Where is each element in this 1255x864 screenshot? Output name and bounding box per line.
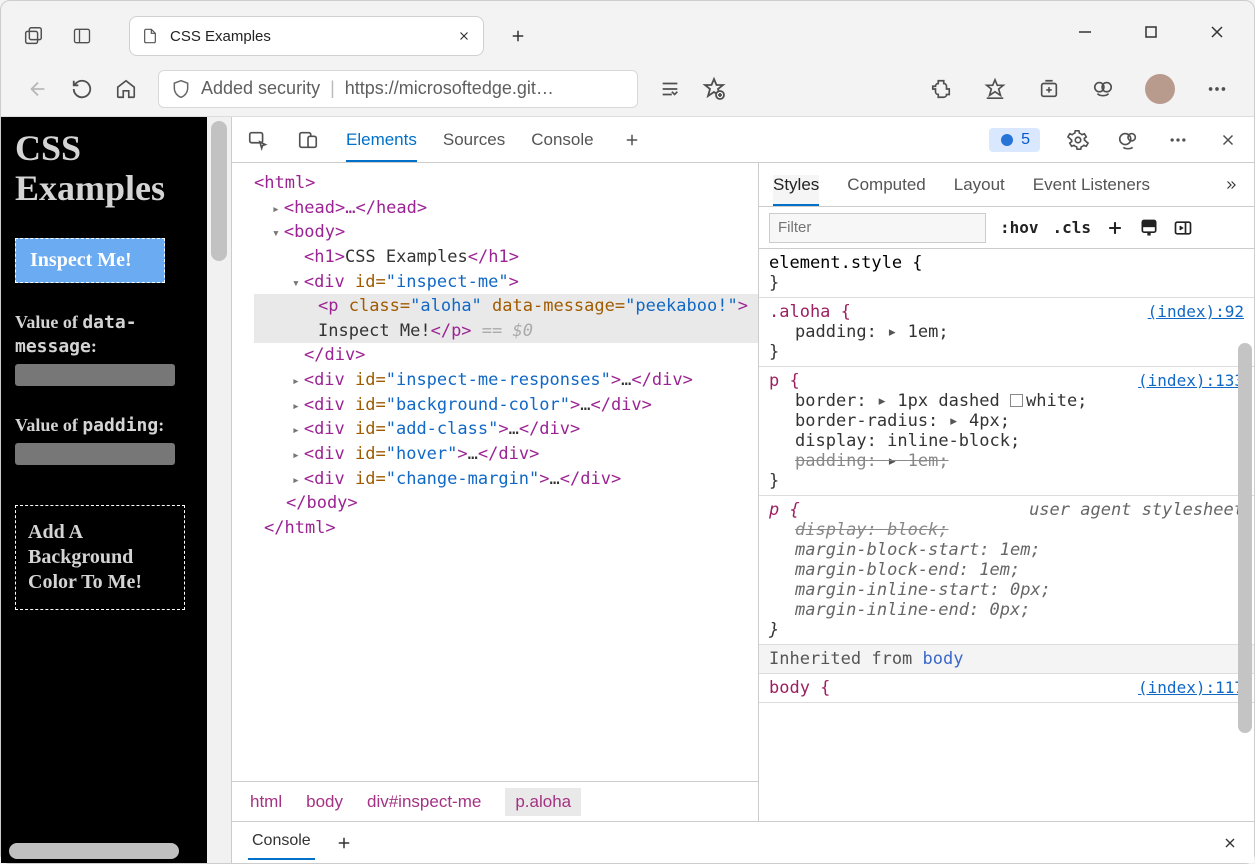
add-drawer-tab-icon[interactable]: [335, 834, 353, 852]
styles-toolbar: :hov .cls: [759, 207, 1254, 249]
browser-titlebar: CSS Examples: [1, 1, 1254, 61]
collections-icon[interactable]: [1037, 77, 1061, 101]
webpage-content: CSS Examples Inspect Me! Value of data-m…: [1, 117, 207, 863]
browser-toolbar: Added security | https://microsoftedge.g…: [1, 61, 1254, 116]
add-tab-icon[interactable]: [620, 128, 644, 152]
bc-html[interactable]: html: [250, 792, 282, 812]
device-toggle-icon[interactable]: [296, 128, 320, 152]
style-rules[interactable]: element.style {} (index):92 .aloha { pad…: [759, 249, 1254, 821]
breadcrumb[interactable]: html body div#inspect-me p.aloha: [232, 781, 758, 821]
styles-subtabs: Styles Computed Layout Event Listeners: [759, 163, 1254, 207]
profile-avatar[interactable]: [1145, 74, 1175, 104]
issues-count[interactable]: 5: [989, 128, 1040, 152]
refresh-icon[interactable]: [70, 77, 94, 101]
vertical-tabs-icon[interactable]: [70, 24, 94, 48]
padding-label: Value of padding:: [15, 414, 193, 437]
computed-sidebar-icon[interactable]: [1139, 218, 1159, 238]
close-tab-icon[interactable]: [457, 29, 471, 43]
new-tab-icon[interactable]: [509, 27, 527, 45]
data-message-value-box: [15, 364, 175, 386]
back-icon: [26, 77, 50, 101]
main-area: CSS Examples Inspect Me! Value of data-m…: [1, 116, 1254, 863]
subtab-events[interactable]: Event Listeners: [1033, 175, 1150, 195]
more-tabs-icon[interactable]: [1222, 178, 1240, 192]
styles-scrollbar[interactable]: [1238, 343, 1252, 821]
tab-sources[interactable]: Sources: [443, 130, 505, 150]
subtab-computed[interactable]: Computed: [847, 175, 925, 195]
devtools-more-icon[interactable]: [1166, 128, 1190, 152]
cls-toggle[interactable]: .cls: [1053, 218, 1092, 237]
page-icon: [142, 27, 158, 45]
drawer-tab-console[interactable]: Console: [248, 826, 315, 860]
devtools: Elements Sources Console 5 <html> <head>…: [231, 117, 1254, 863]
drawer: Console: [232, 821, 1254, 863]
source-link[interactable]: (index):133: [1138, 371, 1244, 390]
data-message-label: Value of data-message:: [15, 311, 193, 358]
maximize-icon[interactable]: [1143, 24, 1159, 40]
subtab-layout[interactable]: Layout: [954, 175, 1005, 195]
window-controls: [1077, 24, 1225, 40]
close-window-icon[interactable]: [1209, 24, 1225, 40]
page-vertical-scrollbar[interactable]: [207, 117, 231, 863]
inspect-me-element[interactable]: Inspect Me!: [15, 238, 165, 283]
tab-actions-icon[interactable]: [21, 24, 45, 48]
more-icon[interactable]: [1205, 77, 1229, 101]
hov-toggle[interactable]: :hov: [1000, 218, 1039, 237]
minimize-icon[interactable]: [1077, 24, 1093, 40]
bc-p[interactable]: p.aloha: [505, 788, 581, 816]
home-icon[interactable]: [114, 77, 138, 101]
settings-icon[interactable]: [1066, 128, 1090, 152]
subtab-styles[interactable]: Styles: [773, 175, 819, 206]
elements-panel: <html> <head>…</head> <body> <h1>CSS Exa…: [232, 163, 759, 821]
tab-title: CSS Examples: [170, 28, 445, 45]
shield-icon: [171, 79, 191, 99]
new-rule-icon[interactable]: [1105, 218, 1125, 238]
url-text: https://microsoftedge.git…: [345, 78, 554, 99]
favorites-icon[interactable]: [983, 77, 1007, 101]
toggle-sidebar-icon[interactable]: [1173, 218, 1193, 238]
source-link[interactable]: (index):92: [1148, 302, 1244, 321]
devtools-tabs: Elements Sources Console 5: [232, 117, 1254, 163]
dom-tree[interactable]: <html> <head>…</head> <body> <h1>CSS Exa…: [232, 163, 758, 781]
close-drawer-icon[interactable]: [1222, 835, 1238, 851]
padding-value-box: [15, 443, 175, 465]
close-devtools-icon[interactable]: [1216, 128, 1240, 152]
page-heading: CSS Examples: [15, 129, 193, 208]
bc-div[interactable]: div#inspect-me: [367, 792, 481, 812]
read-aloud-icon[interactable]: [658, 77, 682, 101]
tab-elements[interactable]: Elements: [346, 130, 417, 162]
browser-essentials-icon[interactable]: [1091, 77, 1115, 101]
browser-tab[interactable]: CSS Examples: [129, 16, 484, 56]
feedback-icon[interactable]: [1116, 128, 1140, 152]
address-bar[interactable]: Added security | https://microsoftedge.g…: [158, 70, 638, 108]
add-favorite-icon[interactable]: [702, 77, 726, 101]
horizontal-scrollbar[interactable]: [9, 843, 179, 859]
security-label: Added security: [201, 78, 320, 99]
source-link[interactable]: (index):117: [1138, 678, 1244, 697]
add-bg-box[interactable]: Add A Background Color To Me!: [15, 505, 185, 610]
tab-console[interactable]: Console: [531, 130, 593, 150]
extensions-icon[interactable]: [929, 77, 953, 101]
bc-body[interactable]: body: [306, 792, 343, 812]
styles-filter-input[interactable]: [769, 213, 986, 243]
styles-panel: Styles Computed Layout Event Listeners :…: [759, 163, 1254, 821]
inspect-element-icon[interactable]: [246, 128, 270, 152]
